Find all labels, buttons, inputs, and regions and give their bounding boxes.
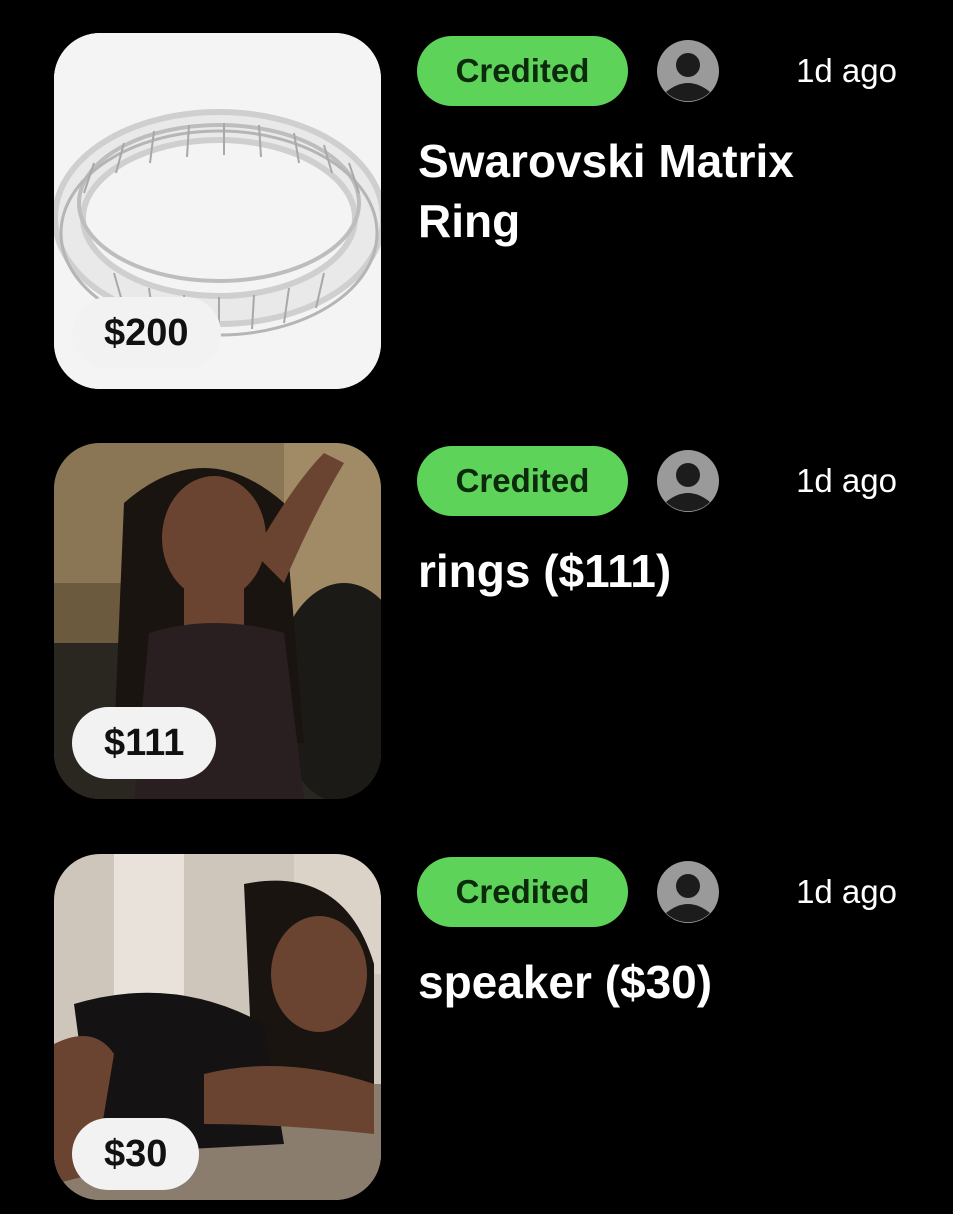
item-title[interactable]: rings ($111) <box>418 541 898 601</box>
status-badge: Credited <box>417 857 628 927</box>
status-badge: Credited <box>417 446 628 516</box>
item-title[interactable]: Swarovski Matrix Ring <box>418 131 898 251</box>
user-avatar-icon <box>657 450 719 512</box>
item-title[interactable]: speaker ($30) <box>418 952 898 1012</box>
timestamp: 1d ago <box>796 873 897 910</box>
item-image[interactable]: $200 <box>54 33 381 389</box>
timestamp: 1d ago <box>796 462 897 499</box>
user-avatar-icon <box>657 40 719 102</box>
price-badge: $30 <box>72 1118 200 1190</box>
user-avatar-icon <box>657 861 719 923</box>
list-item[interactable]: $30 Credited 1d ago speaker ($30) <box>0 854 953 1214</box>
item-image[interactable]: $30 <box>54 854 381 1200</box>
avatar[interactable] <box>657 40 719 102</box>
list-item[interactable]: $111 Credited 1d ago rings ($111) <box>0 443 953 803</box>
timestamp: 1d ago <box>796 52 897 89</box>
avatar[interactable] <box>657 861 719 923</box>
status-badge: Credited <box>417 36 628 106</box>
avatar[interactable] <box>657 450 719 512</box>
price-badge: $200 <box>72 297 221 369</box>
list-item[interactable]: $200 Credited 1d ago Swarovski Matrix Ri… <box>0 33 953 393</box>
item-image[interactable]: $111 <box>54 443 381 799</box>
price-badge: $111 <box>72 707 217 779</box>
